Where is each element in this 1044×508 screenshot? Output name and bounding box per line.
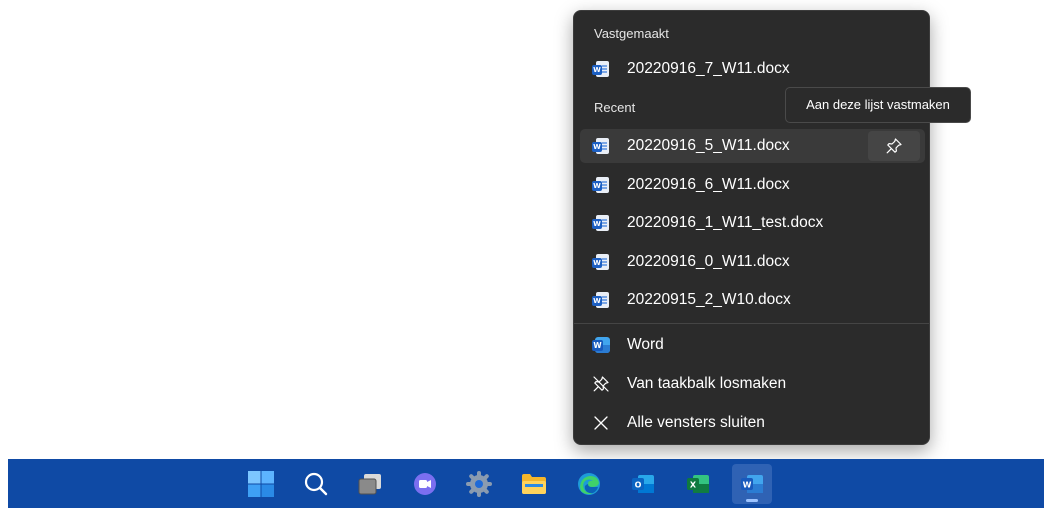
recent-item-label: 20220916_5_W11.docx <box>627 137 790 154</box>
pinned-section-header: Vastgemaakt <box>594 26 669 41</box>
word-document-icon: W <box>592 214 610 232</box>
word-document-icon: W <box>592 291 610 309</box>
open-word-task[interactable]: W Word <box>580 328 925 362</box>
pin-tooltip: Aan deze lijst vastmaken <box>785 87 971 123</box>
outlook-icon: O <box>632 475 654 493</box>
search-button[interactable] <box>296 464 336 504</box>
start-button[interactable] <box>241 464 281 504</box>
recent-item-label: 20220915_2_W10.docx <box>627 291 791 308</box>
unpin-from-taskbar-task[interactable]: Van taakbalk losmaken <box>580 367 925 401</box>
menu-divider <box>574 323 929 324</box>
recent-item[interactable]: W 20220916_0_W11.docx <box>580 245 925 279</box>
task-label: Word <box>627 336 664 353</box>
settings-button[interactable] <box>459 464 499 504</box>
word-taskbar-button[interactable]: W <box>732 464 772 504</box>
recent-item-label: 20220916_6_W11.docx <box>627 176 790 193</box>
settings-icon <box>466 471 492 497</box>
excel-button[interactable]: X <box>678 464 718 504</box>
recent-item[interactable]: W 20220916_5_W11.docx <box>580 129 925 163</box>
unpin-icon <box>592 375 610 393</box>
word-icon: W <box>741 475 763 493</box>
word-document-icon: W <box>592 60 610 78</box>
task-label: Van taakbalk losmaken <box>627 375 787 392</box>
outlook-button[interactable]: O <box>623 464 663 504</box>
task-view-button[interactable] <box>350 464 390 504</box>
svg-text:O: O <box>635 481 642 490</box>
close-icon <box>592 414 610 432</box>
word-document-icon: W <box>592 176 610 194</box>
svg-text:W: W <box>743 481 752 490</box>
file-explorer-button[interactable] <box>514 464 554 504</box>
task-label: Alle vensters sluiten <box>627 414 765 431</box>
word-document-icon: W <box>592 253 610 271</box>
recent-item-label: 20220916_1_W11_test.docx <box>627 214 824 231</box>
start-icon <box>248 471 274 497</box>
pinned-item-label: 20220916_7_W11.docx <box>627 60 790 77</box>
jump-list-menu: Vastgemaakt W 20220916_7_W11.docx Recent… <box>573 10 930 445</box>
task-view-icon <box>358 474 381 495</box>
recent-section-header: Recent <box>594 100 636 115</box>
word-document-icon: W <box>592 137 610 155</box>
search-icon <box>304 472 328 496</box>
recent-item[interactable]: W 20220916_6_W11.docx <box>580 168 925 202</box>
word-app-icon: W <box>592 336 610 354</box>
recent-item[interactable]: W 20220916_1_W11_test.docx <box>580 206 925 240</box>
excel-icon: X <box>687 475 709 493</box>
taskbar: O X W <box>8 459 1044 508</box>
pinned-item[interactable]: W 20220916_7_W11.docx <box>580 52 925 86</box>
recent-item-label: 20220916_0_W11.docx <box>627 253 790 270</box>
edge-icon <box>578 473 600 495</box>
pin-icon <box>886 138 902 154</box>
recent-item[interactable]: W 20220915_2_W10.docx <box>580 283 925 317</box>
pin-to-list-button[interactable] <box>868 131 920 161</box>
chat-icon <box>414 473 436 495</box>
svg-text:X: X <box>690 481 697 490</box>
chat-button[interactable] <box>405 464 445 504</box>
close-all-windows-task[interactable]: Alle vensters sluiten <box>580 406 925 440</box>
edge-button[interactable] <box>569 464 609 504</box>
file-explorer-icon <box>522 474 546 494</box>
